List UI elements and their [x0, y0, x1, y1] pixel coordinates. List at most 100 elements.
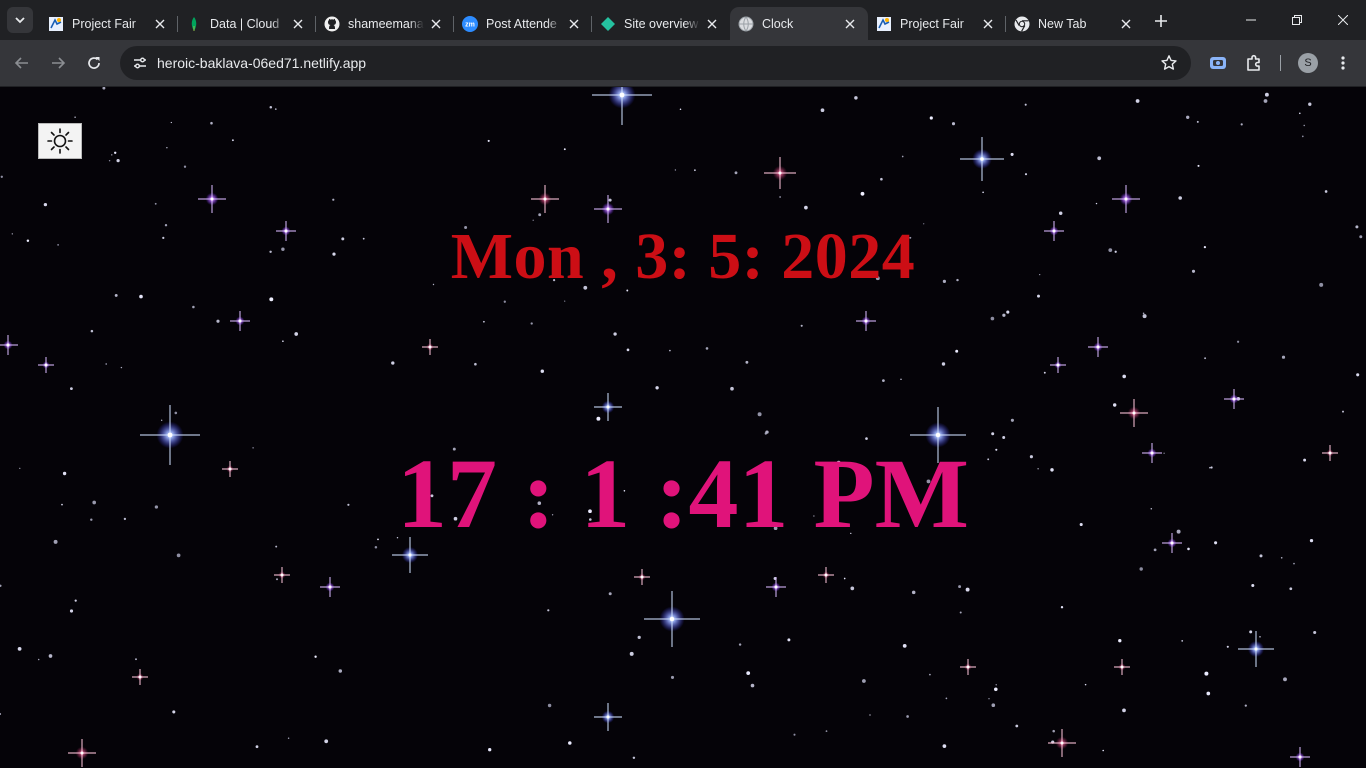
bookmark-star-icon[interactable]: [1159, 53, 1179, 73]
sparkle-star: [1048, 729, 1076, 757]
tab-clock[interactable]: Clock: [730, 7, 868, 40]
forward-button[interactable]: [42, 47, 74, 79]
star-dot: [135, 658, 137, 661]
star-dot: [1283, 677, 1287, 682]
star-dot: [1002, 313, 1006, 317]
plus-icon: [1155, 15, 1167, 27]
star-dot: [793, 733, 796, 736]
star-dot: [70, 387, 73, 390]
sparkle-star: [644, 591, 700, 647]
star-dot: [1084, 683, 1087, 686]
star-dot: [613, 332, 617, 336]
site-settings-icon[interactable]: [128, 51, 152, 75]
star-dot: [338, 669, 343, 673]
star-dot: [483, 320, 485, 323]
sparkle-star: [132, 669, 148, 685]
star-dot: [1264, 92, 1269, 97]
tab-site-overview[interactable]: Site overview: [592, 7, 730, 40]
sparkle-star: [766, 577, 786, 597]
sun-icon: [47, 128, 73, 154]
close-icon[interactable]: [842, 16, 858, 32]
svg-text:zm: zm: [465, 21, 475, 28]
star-dot: [391, 361, 395, 365]
close-icon[interactable]: [290, 16, 306, 32]
star-dot: [90, 329, 94, 333]
star-dot: [1249, 630, 1253, 634]
star-dot: [787, 638, 791, 642]
time-display: 17 : 1 :41 PM: [396, 438, 970, 549]
star-dot: [820, 108, 825, 113]
tab-post-attendee[interactable]: zm Post Attende: [454, 7, 592, 40]
star-dot: [1142, 312, 1145, 315]
tab-search-button[interactable]: [7, 7, 33, 33]
sparkle-star: [1088, 337, 1108, 357]
sparkle-star: [818, 567, 834, 583]
star-dot: [161, 419, 163, 421]
close-icon[interactable]: [428, 16, 444, 32]
tab-title: Project Fair: [72, 16, 136, 31]
more-menu-icon[interactable]: [1332, 52, 1354, 74]
star-dot: [1006, 310, 1010, 314]
screenshot-extension-icon[interactable]: [1207, 52, 1229, 74]
close-window-button[interactable]: [1320, 0, 1366, 40]
tab-github[interactable]: shameemana: [316, 7, 454, 40]
star-dot: [1299, 112, 1301, 115]
star-dot: [900, 378, 902, 381]
sparkle-star: [960, 659, 976, 675]
address-bar[interactable]: heroic-baklava-06ed71.netlify.app: [120, 46, 1191, 80]
star-dot: [1197, 164, 1200, 167]
sparkle-star: [1114, 659, 1130, 675]
star-dot: [1010, 418, 1014, 422]
close-icon[interactable]: [1118, 16, 1134, 32]
tab-project-fair-2[interactable]: Project Fair: [868, 7, 1006, 40]
star-dot: [1010, 152, 1014, 156]
star-dot: [674, 169, 677, 171]
star-dot: [860, 191, 865, 196]
close-icon[interactable]: [152, 16, 168, 32]
star-dot: [929, 673, 931, 676]
toolbar-divider: [1280, 55, 1281, 71]
back-button[interactable]: [6, 47, 38, 79]
star-dot: [1280, 556, 1283, 559]
star-dot: [1142, 314, 1147, 319]
star-dot: [906, 715, 909, 718]
star-dot: [269, 106, 273, 109]
star-dot: [694, 169, 696, 172]
close-icon[interactable]: [566, 16, 582, 32]
tab-project-fair[interactable]: Project Fair: [40, 7, 178, 40]
star-dot: [596, 416, 601, 421]
close-icon[interactable]: [704, 16, 720, 32]
star-dot: [139, 294, 143, 299]
star-dot: [1251, 583, 1255, 588]
sparkle-star: [422, 339, 438, 355]
restore-button[interactable]: [1274, 0, 1320, 40]
star-dot: [854, 96, 858, 100]
url-text[interactable]: heroic-baklava-06ed71.netlify.app: [157, 55, 366, 71]
star-dot: [1060, 605, 1064, 609]
reload-button[interactable]: [78, 47, 110, 79]
star-dot: [608, 592, 612, 596]
star-dot: [294, 332, 299, 336]
sparkle-star: [230, 311, 250, 331]
tab-data-cloud[interactable]: Data | Cloud: [178, 7, 316, 40]
star-dot: [116, 158, 120, 163]
star-dot: [474, 362, 477, 366]
star-dot: [670, 675, 675, 679]
new-tab-button[interactable]: [1150, 10, 1172, 32]
star-dot: [1206, 691, 1211, 696]
star-dot: [314, 655, 317, 658]
tab-new-tab[interactable]: New Tab: [1006, 7, 1144, 40]
sparkle-star: [68, 739, 96, 767]
star-dot: [955, 349, 959, 353]
close-icon[interactable]: [980, 16, 996, 32]
star-dot: [530, 322, 533, 325]
star-dot: [637, 635, 641, 640]
extensions-puzzle-icon[interactable]: [1243, 52, 1265, 74]
theme-toggle-button[interactable]: [38, 123, 82, 159]
star-dot: [804, 205, 808, 210]
minimize-button[interactable]: [1228, 0, 1274, 40]
profile-avatar[interactable]: S: [1298, 53, 1318, 73]
star-dot: [862, 679, 866, 683]
star-dot: [880, 177, 883, 181]
star-dot: [540, 369, 545, 373]
